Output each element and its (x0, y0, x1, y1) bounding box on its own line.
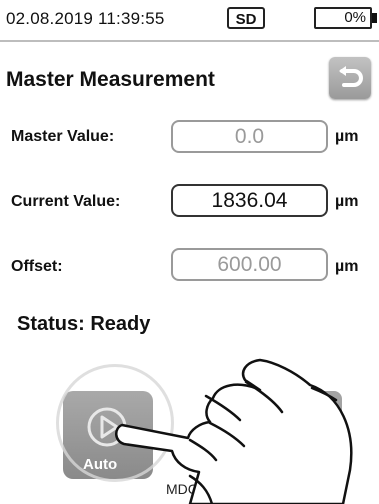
pointing-hand-icon (115, 358, 353, 504)
